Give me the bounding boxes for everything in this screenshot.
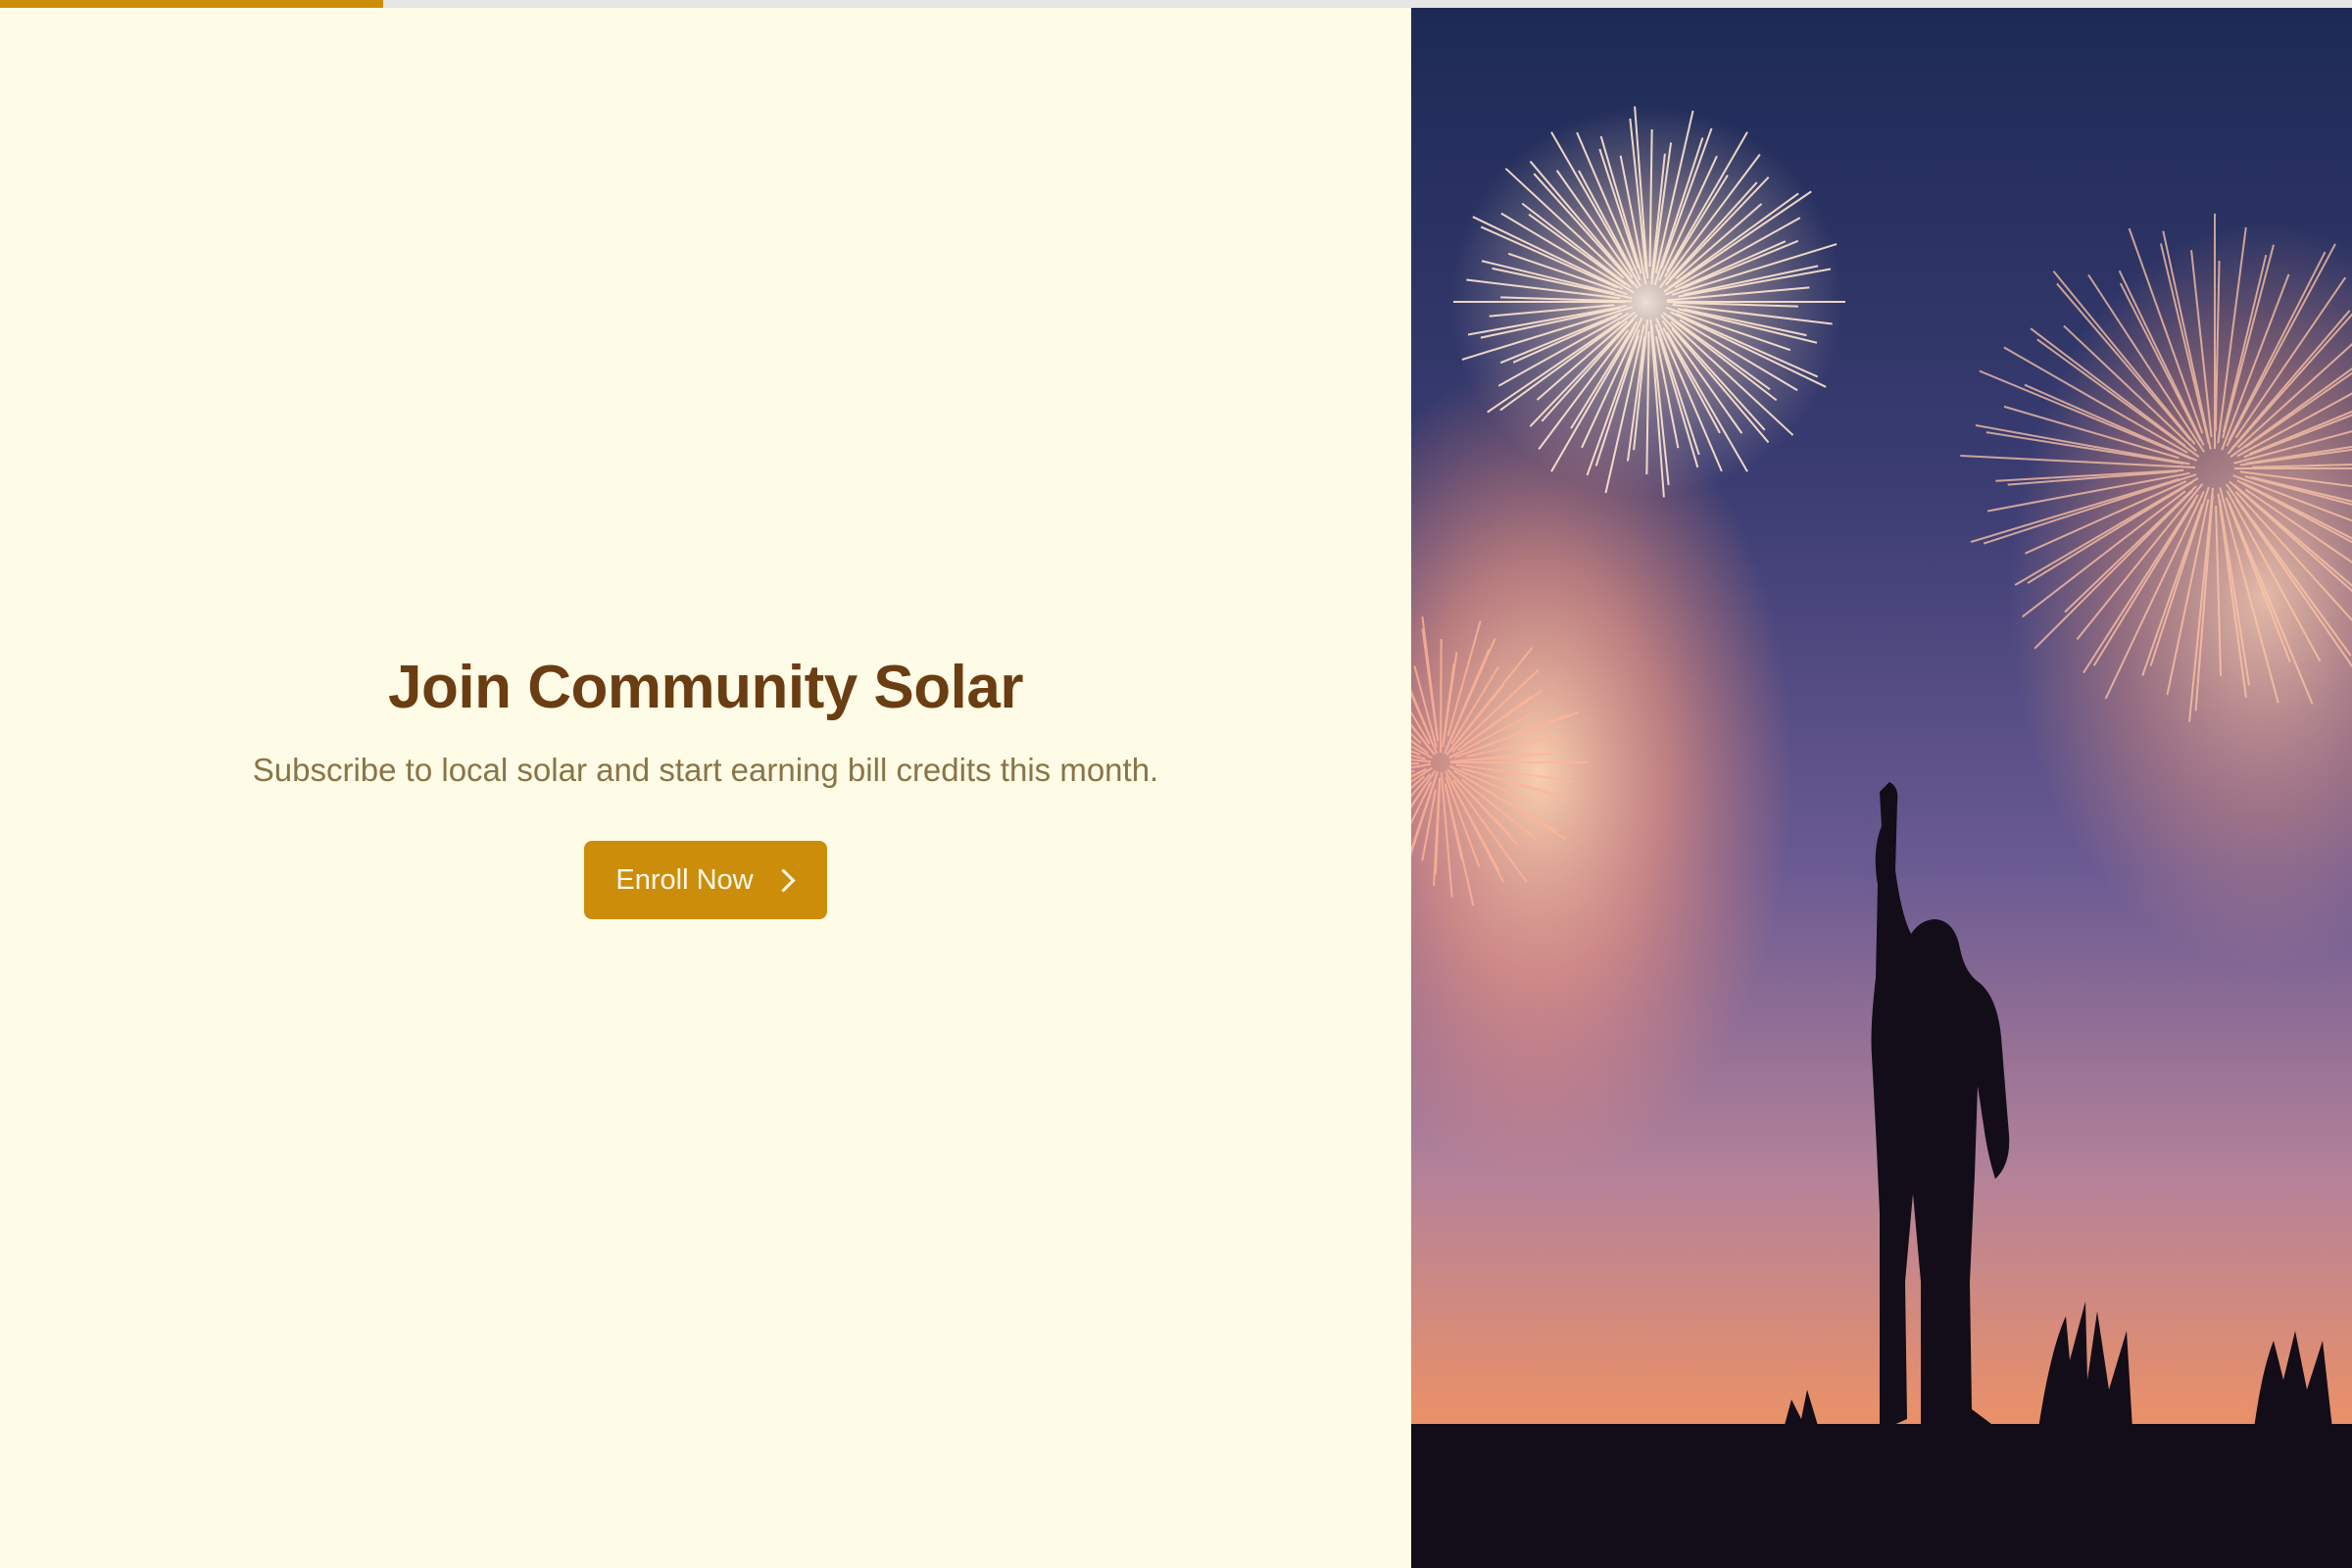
- hero-content: Join Community Solar Subscribe to local …: [0, 647, 1411, 919]
- hero-title: Join Community Solar: [388, 654, 1023, 721]
- enroll-now-label: Enroll Now: [615, 863, 754, 896]
- hero-photo: [1411, 8, 2352, 1568]
- hero-subtitle: Subscribe to local solar and start earni…: [252, 752, 1159, 788]
- hero-panel: Join Community Solar Subscribe to local …: [0, 0, 1411, 1568]
- chevron-right-icon: [771, 868, 796, 893]
- progress-fill: [0, 0, 384, 8]
- enroll-now-button[interactable]: Enroll Now: [584, 841, 827, 919]
- progress-bar: [0, 0, 2352, 8]
